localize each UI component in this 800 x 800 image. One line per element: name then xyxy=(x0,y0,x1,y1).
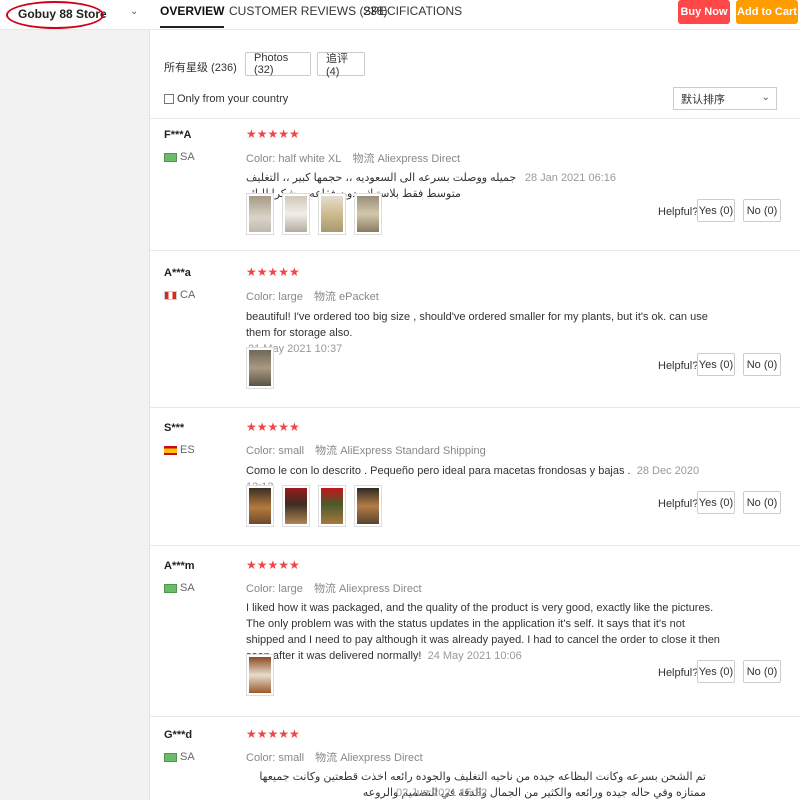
review-meta: Color: large 物流 Aliexpress Direct xyxy=(246,583,422,595)
helpful-label: Helpful? xyxy=(658,360,699,372)
flag-ca-icon xyxy=(164,290,177,300)
sort-select[interactable]: 默认排序 ⌄ xyxy=(673,87,777,110)
helpful-no-button[interactable]: No (0) xyxy=(743,491,781,514)
review-item: A***a CA ★★★★★ Color: large 物流 ePacket b… xyxy=(150,251,800,408)
review-photo[interactable] xyxy=(318,193,346,235)
reviewer-country: SA xyxy=(164,582,195,594)
reviewer-name: G***d xyxy=(164,729,193,741)
add-to-cart-button[interactable]: Add to Cart xyxy=(736,0,798,24)
review-meta: Color: half white XL 物流 Aliexpress Direc… xyxy=(246,153,461,165)
review-photo[interactable] xyxy=(354,193,382,235)
only-country-label: Only from your country xyxy=(177,93,289,105)
tab-specifications[interactable]: SPECIFICATIONS xyxy=(363,4,462,18)
flag-es-icon xyxy=(164,445,177,455)
review-item: F***A SA ★★★★★ Color: half white XL 物流 A… xyxy=(150,119,800,251)
chevron-down-icon: ⌄ xyxy=(761,92,770,103)
flag-sa-icon xyxy=(164,152,177,162)
helpful-yes-button[interactable]: Yes (0) xyxy=(697,353,735,376)
review-photo[interactable] xyxy=(354,485,382,527)
helpful-label: Helpful? xyxy=(658,667,699,679)
additional-review-filter-button[interactable]: 追评(4) xyxy=(317,52,365,78)
review-photo[interactable] xyxy=(246,347,274,389)
reviewer-country: SA xyxy=(164,151,195,163)
reviewer-name: F***A xyxy=(164,129,192,141)
store-selector[interactable]: Gobuy 88 Store ⌄ xyxy=(0,0,150,30)
buy-now-button[interactable]: Buy Now xyxy=(678,0,730,24)
left-sidebar xyxy=(0,0,150,800)
photos-filter-button[interactable]: Photos (32) xyxy=(245,52,311,76)
sort-select-value: 默认排序 xyxy=(681,93,725,106)
review-text: I liked how it was packaged, and the qua… xyxy=(246,602,720,662)
review-text: beautiful! I've ordered too big size , s… xyxy=(246,311,708,355)
helpful-label: Helpful? xyxy=(658,206,699,218)
rating-stars: ★★★★★ xyxy=(246,558,300,572)
only-country-checkbox[interactable] xyxy=(164,94,174,104)
helpful-no-button[interactable]: No (0) xyxy=(743,199,781,222)
review-item: S*** ES ★★★★★ Color: small 物流 AliExpress… xyxy=(150,408,800,546)
helpful-no-button[interactable]: No (0) xyxy=(743,660,781,683)
rating-stars: ★★★★★ xyxy=(246,265,300,279)
highlight-oval xyxy=(6,1,104,29)
rating-stars: ★★★★★ xyxy=(246,420,300,434)
helpful-yes-button[interactable]: Yes (0) xyxy=(697,491,735,514)
flag-sa-icon xyxy=(164,752,177,762)
review-photo[interactable] xyxy=(282,485,310,527)
review-meta: Color: small 物流 AliExpress Standard Ship… xyxy=(246,445,486,457)
rating-stars: ★★★★★ xyxy=(246,727,300,741)
chevron-down-icon[interactable]: ⌄ xyxy=(130,6,138,17)
review-photos xyxy=(246,654,274,696)
helpful-yes-button[interactable]: Yes (0) xyxy=(697,199,735,222)
helpful-yes-button[interactable]: Yes (0) xyxy=(697,660,735,683)
rating-filter-select[interactable]: 所有星级 (236) ⌄ xyxy=(164,59,250,75)
reviewer-name: A***a xyxy=(164,267,191,279)
review-photo[interactable] xyxy=(282,193,310,235)
review-photos xyxy=(246,193,382,235)
reviewer-country: CA xyxy=(164,289,195,301)
review-photos xyxy=(246,485,382,527)
review-item: G***d SA ★★★★★ Color: small 物流 Aliexpres… xyxy=(150,717,800,800)
review-photo[interactable] xyxy=(246,654,274,696)
review-photos xyxy=(246,347,274,389)
tab-overview[interactable]: OVERVIEW xyxy=(160,4,225,28)
helpful-label: Helpful? xyxy=(658,498,699,510)
review-photo[interactable] xyxy=(246,193,274,235)
review-text: تم الشحن بسرعه وكانت البظاعه جيده من ناح… xyxy=(259,771,706,799)
review-meta: Color: large 物流 ePacket xyxy=(246,291,379,303)
rating-filter-label: 所有星级 (236) xyxy=(164,62,237,74)
reviewer-country: SA xyxy=(164,751,195,763)
reviewer-name: S*** xyxy=(164,422,185,434)
review-item: A***m SA ★★★★★ Color: large 物流 Aliexpres… xyxy=(150,546,800,717)
only-country-filter[interactable]: Only from your country xyxy=(164,93,288,105)
rating-stars: ★★★★★ xyxy=(246,127,300,141)
top-nav: OVERVIEW CUSTOMER REVIEWS (238) SPECIFIC… xyxy=(150,0,800,30)
flag-sa-icon xyxy=(164,583,177,593)
reviewer-country: ES xyxy=(164,444,195,456)
helpful-no-button[interactable]: No (0) xyxy=(743,353,781,376)
review-photo[interactable] xyxy=(318,485,346,527)
review-meta: Color: small 物流 Aliexpress Direct xyxy=(246,752,423,764)
reviewer-name: A***m xyxy=(164,560,195,572)
review-photo[interactable] xyxy=(246,485,274,527)
